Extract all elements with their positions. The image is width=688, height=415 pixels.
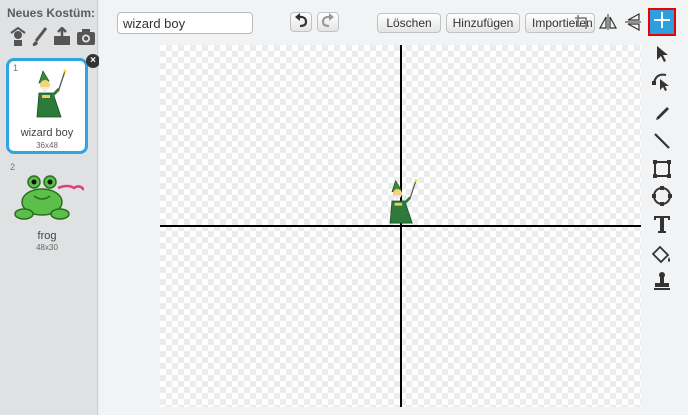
stamp-icon[interactable] — [651, 270, 673, 292]
redo-icon — [321, 12, 335, 32]
flip-horizontal-icon[interactable] — [597, 11, 619, 33]
costume-name: wizard boy — [20, 127, 74, 139]
costume-panel: Neues Kostüm: 1 × wizard boy 36x48 2 fro… — [0, 0, 100, 415]
wizard-thumbnail — [33, 67, 69, 124]
camera-icon[interactable] — [76, 26, 96, 48]
costume-tile-frog[interactable]: 2 frog 48x30 — [6, 158, 88, 254]
rectangle-icon[interactable] — [651, 158, 673, 180]
costume-size: 36x48 — [36, 141, 58, 150]
paint-editor: Löschen Hinzufügen Importieren — [99, 0, 688, 415]
crop-icon[interactable] — [571, 11, 593, 33]
ellipse-icon[interactable] — [651, 185, 673, 207]
new-costume-label: Neues Kostüm: — [7, 6, 96, 20]
paint-brush-icon[interactable] — [30, 26, 50, 48]
crosshair-icon — [653, 11, 671, 34]
costume-size: 48x30 — [36, 243, 58, 252]
frog-thumbnail — [14, 174, 86, 227]
costume-number: 2 — [10, 162, 16, 172]
sprite-library-icon[interactable] — [8, 26, 28, 48]
costume-tile-wizard-boy[interactable]: 1 × wizard boy 36x48 — [6, 54, 100, 154]
set-costume-center-button[interactable] — [648, 8, 676, 36]
line-icon[interactable] — [651, 130, 673, 152]
undo-button[interactable] — [290, 12, 312, 32]
pencil-icon[interactable] — [651, 103, 673, 125]
costume-number: 1 — [13, 63, 19, 73]
redo-button[interactable] — [317, 12, 339, 32]
add-button[interactable]: Hinzufügen — [446, 13, 520, 33]
select-icon[interactable] — [651, 43, 673, 65]
delete-costume-button[interactable]: × — [86, 54, 100, 68]
costume-name: frog — [37, 230, 57, 242]
costume-name-input[interactable] — [117, 12, 253, 34]
clear-button[interactable]: Löschen — [377, 13, 441, 33]
wizard-sprite-image[interactable] — [385, 177, 421, 230]
reshape-icon[interactable] — [651, 70, 673, 92]
upload-icon[interactable] — [52, 26, 72, 48]
drawing-canvas[interactable] — [160, 45, 641, 407]
fill-icon[interactable] — [651, 244, 673, 266]
text-icon[interactable] — [651, 213, 673, 235]
undo-icon — [294, 12, 308, 32]
flip-vertical-icon[interactable] — [622, 11, 644, 33]
